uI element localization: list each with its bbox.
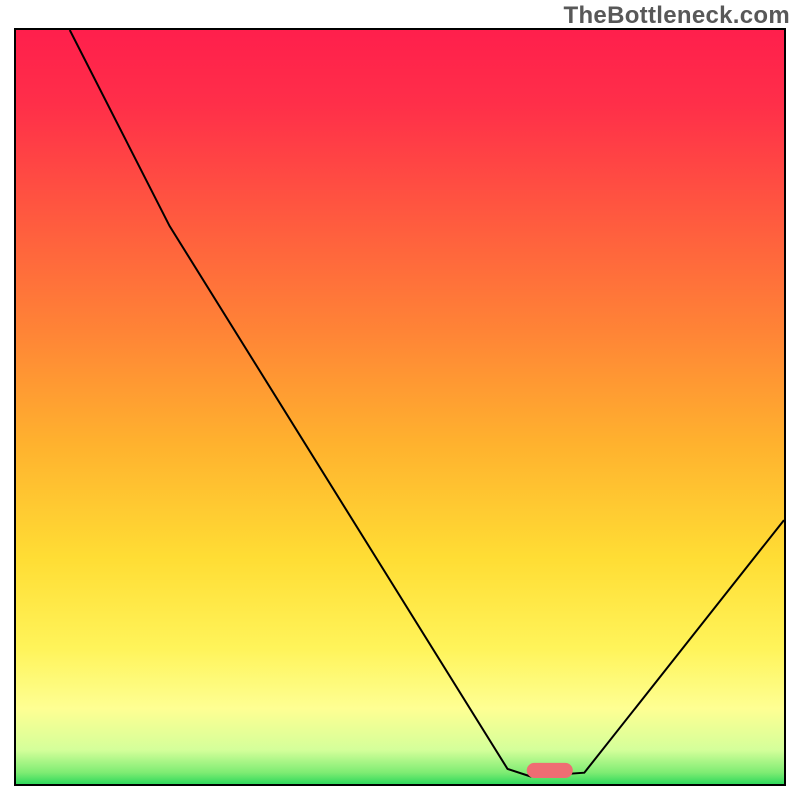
chart-frame: TheBottleneck.com (0, 0, 800, 800)
watermark-text: TheBottleneck.com (564, 2, 790, 30)
gradient-bg (16, 30, 784, 784)
plot-area (14, 28, 786, 786)
plot-svg (16, 30, 784, 784)
optimum-marker (527, 763, 573, 778)
